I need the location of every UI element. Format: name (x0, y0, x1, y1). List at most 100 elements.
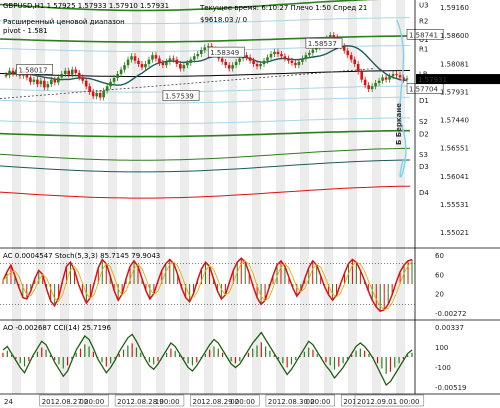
candle-body (161, 62, 165, 66)
candle-body (189, 59, 193, 63)
side-label: Б Беркане (395, 103, 403, 145)
x-axis-tick: 2012.08.27 00:00 (42, 398, 104, 406)
price-axis-tick: 1.58081 (440, 60, 469, 68)
candle-body (290, 60, 294, 63)
candle-body (123, 65, 126, 70)
candle-body (374, 82, 377, 87)
stoch-axis-tick: 20 (435, 291, 444, 299)
candle-body (116, 74, 119, 78)
price-axis-tick: 1.58600 (440, 32, 469, 40)
candle-body (377, 80, 381, 83)
candle-body (353, 59, 356, 65)
chart-canvas[interactable]: U3R2U1R1LBS1D1S2D2S3D3D41.580171.575391.… (0, 0, 500, 408)
candle-body (91, 91, 95, 97)
candle-body (384, 77, 388, 80)
candle-body (367, 85, 370, 90)
session-stripe (372, 0, 381, 394)
candle-body (203, 47, 207, 51)
price-annotation: 1.58349 (210, 49, 239, 57)
candle-body (179, 64, 182, 69)
price-axis-tick: 1.57440 (440, 117, 469, 125)
candle-body (88, 86, 91, 92)
candle-body (255, 64, 259, 67)
candle-body (388, 76, 391, 80)
candle-body (273, 51, 276, 55)
candle-body (231, 65, 234, 69)
candle-body (11, 70, 15, 74)
candle-body (39, 80, 43, 85)
candle-body (287, 58, 290, 61)
candle-body (304, 55, 308, 59)
candle-body (46, 84, 50, 88)
time-label: Текущее время: 6:10:27 Плечо 1:50 Спред … (199, 4, 367, 12)
candle-body (370, 86, 374, 90)
candle-body (74, 69, 78, 73)
candle-body (109, 81, 112, 87)
candle-body (252, 60, 255, 65)
candle-body (405, 78, 409, 80)
candle-body (224, 61, 227, 66)
candle-body (102, 90, 105, 98)
candle-body (186, 62, 189, 66)
price-axis-tick: 1.55531 (440, 201, 469, 209)
session-stripe (324, 0, 333, 394)
candle-body (346, 50, 350, 56)
candle-body (398, 75, 402, 78)
candle-body (36, 79, 39, 85)
level-label-s3: S3 (419, 151, 428, 159)
candle-body (259, 64, 262, 67)
level-label-u3: U3 (419, 1, 429, 9)
candle-body (53, 79, 57, 83)
candle-body (105, 86, 109, 91)
x-axis-tick: 2012.08.29 00:00 (193, 398, 255, 406)
session-stripe (60, 0, 69, 394)
candle-body (227, 65, 231, 69)
candle-body (158, 58, 161, 63)
candle-body (245, 55, 248, 58)
candle-body (168, 58, 172, 62)
x-axis-tick: 02 (230, 398, 239, 406)
candle-body (342, 46, 346, 51)
stoch-axis-tick: 60 (435, 271, 444, 279)
candle-body (154, 55, 158, 59)
candle-body (165, 61, 168, 66)
stoch-axis-tick: -0.00272 (435, 310, 466, 318)
candle-body (70, 69, 74, 75)
level-label-s2: S2 (419, 118, 428, 126)
candle-body (395, 74, 398, 76)
candle-body (294, 62, 297, 66)
candle-body (363, 79, 367, 86)
candle-body (381, 77, 384, 81)
candle-body (81, 77, 85, 81)
candle-body (196, 54, 200, 57)
x-axis-tick: 02 (79, 398, 88, 406)
candle-body (262, 60, 266, 65)
candle-body (283, 56, 287, 59)
candle-body (220, 58, 224, 62)
candle-body (8, 70, 11, 76)
candle-body (151, 55, 154, 60)
price-axis-tick: 1.59160 (440, 4, 469, 12)
candle-body (43, 80, 46, 88)
candle-body (4, 75, 8, 77)
price-axis-tick: 1.56041 (440, 173, 469, 181)
price-annotation: 1.58741 (409, 31, 438, 39)
candle-body (391, 74, 395, 77)
x-axis-tick: 24 (4, 398, 13, 406)
candle-body (119, 69, 123, 75)
candle-body (112, 77, 116, 82)
candle-body (280, 54, 283, 57)
session-stripe (132, 0, 141, 394)
candle-body (276, 51, 280, 55)
session-stripe (36, 0, 45, 394)
candle-body (32, 79, 36, 82)
osc-axis-tick: -100 (435, 364, 451, 372)
osc-axis-tick: -0.00519 (435, 384, 466, 392)
candle-body (29, 77, 32, 82)
candle-body (57, 77, 60, 83)
candle-body (77, 72, 81, 78)
level-label-r2: R2 (419, 18, 428, 26)
pivot-label: pivot - 1.581 (3, 27, 48, 35)
session-stripe (108, 0, 117, 394)
candle-body (172, 58, 175, 60)
